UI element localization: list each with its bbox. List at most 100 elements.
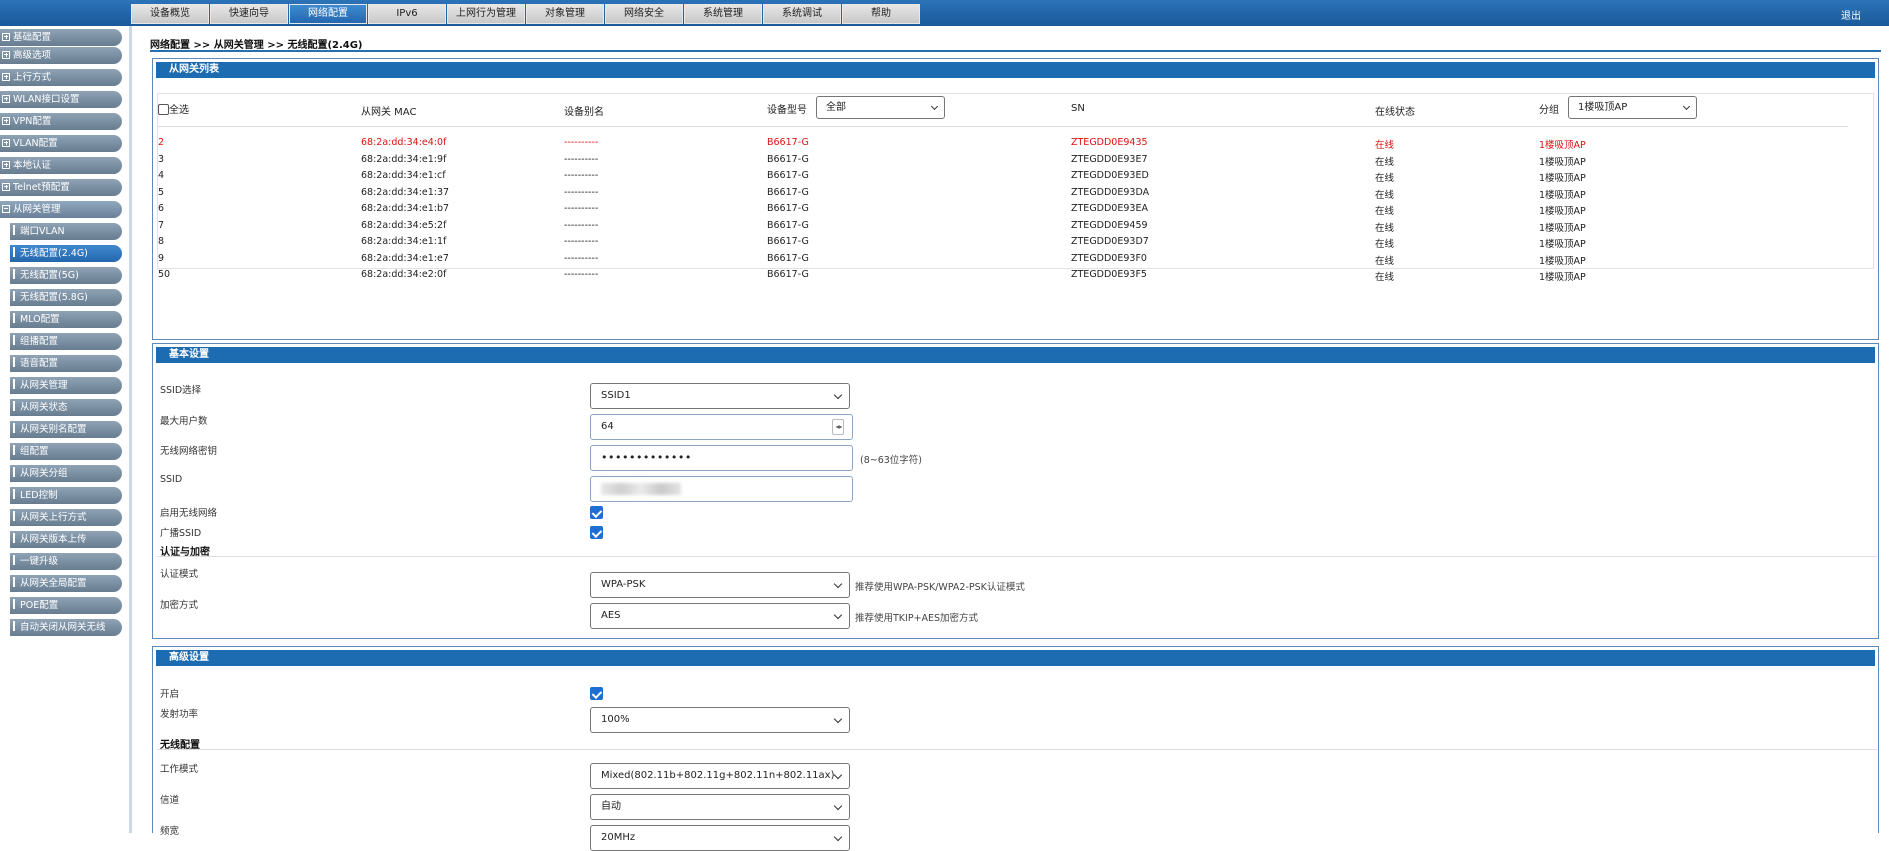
table-row[interactable]: 8 68:2a:dd:34:e1:1f ---------- B6617-G ZTEGD…: [158, 235, 1858, 250]
work-mode-label: 工作模式: [160, 764, 199, 775]
enable-wireless-checkbox[interactable]: [590, 506, 603, 519]
nav-tab-behavior[interactable]: 上网行为管理: [447, 4, 525, 24]
encrypt-select[interactable]: AES: [590, 603, 850, 629]
enable-checkbox[interactable]: [590, 687, 603, 700]
basic-settings-panel: 基本设置 SSID选择 SSID1 最大用户数 64 无线网络密钥 ••••••…: [152, 343, 1879, 639]
sidebar-item-vlan[interactable]: VLAN配置: [0, 135, 122, 152]
header-sn: SN: [1071, 103, 1085, 114]
broadcast-ssid-checkbox[interactable]: [590, 526, 603, 539]
ssid-input[interactable]: [590, 476, 853, 502]
table-row[interactable]: 50 68:2a:dd:34:e2:0f ---------- B6617-G ZTEG…: [158, 268, 1858, 283]
sidebar-item-advanced[interactable]: 高级选项: [0, 47, 122, 64]
sidebar-sub-wireless-24g[interactable]: 无线配置(2.4G): [10, 245, 122, 262]
expand-icon: [2, 33, 10, 41]
table-row[interactable]: 9 68:2a:dd:34:e1:e7 ---------- B6617-G ZTEGD…: [158, 252, 1858, 267]
chevron-down-icon: [930, 102, 939, 111]
sidebar-item-uplink[interactable]: 上行方式: [0, 69, 122, 86]
nav-tab-wizard[interactable]: 快速向导: [210, 4, 288, 24]
sidebar-sub-port-vlan[interactable]: 端口VLAN: [10, 223, 122, 240]
broadcast-ssid-label: 广播SSID: [160, 528, 202, 539]
channel-label: 信道: [160, 795, 180, 806]
chevron-down-icon: [833, 801, 843, 811]
max-users-input[interactable]: 64: [590, 414, 853, 440]
sidebar-sub-one-click-upgrade[interactable]: 一键升级: [10, 553, 122, 570]
model-filter-select[interactable]: 全部: [816, 96, 945, 119]
stepper-icon[interactable]: [832, 419, 844, 435]
enable-wireless-label: 启用无线网络: [160, 508, 218, 519]
sidebar-sub-global-config[interactable]: 从网关全局配置: [10, 575, 122, 592]
ssid-select-label: SSID选择: [160, 385, 202, 396]
sidebar-sub-group-config[interactable]: 组配置: [10, 443, 122, 460]
table-row[interactable]: 5 68:2a:dd:34:e1:37 ---------- B6617-G ZTEGD…: [158, 186, 1858, 201]
sidebar-sub-poe[interactable]: POE配置: [10, 597, 122, 614]
group-filter-select[interactable]: 1楼吸顶AP: [1568, 96, 1697, 119]
table-row[interactable]: 6 68:2a:dd:34:e1:b7 ---------- B6617-G ZTEGD…: [158, 202, 1858, 217]
nav-tab-debug[interactable]: 系统调试: [763, 4, 841, 24]
header-mac: 从网关 MAC: [361, 107, 417, 118]
nav-tab-ipv6[interactable]: IPv6: [368, 4, 446, 24]
chevron-down-icon: [833, 714, 843, 724]
sidebar-item-telnet[interactable]: Telnet预配置: [0, 179, 122, 196]
sidebar-sub-wireless-5g[interactable]: 无线配置(5G): [10, 267, 122, 284]
nav-tab-security[interactable]: 网络安全: [605, 4, 683, 24]
sidebar-item-gateway-mgmt[interactable]: 从网关管理: [0, 201, 122, 218]
chevron-down-icon: [833, 579, 843, 589]
gateway-list-table: 全选 从网关 MAC 设备别名 设备型号 全部 SN 在线状态 分组 1楼吸顶A…: [157, 93, 1874, 283]
sidebar-sub-gateway-alias[interactable]: 从网关别名配置: [10, 421, 122, 438]
work-mode-select[interactable]: Mixed(802.11b+802.11g+802.11n+802.11ax): [590, 763, 850, 789]
tx-power-select[interactable]: 100%: [590, 707, 850, 733]
gateway-list-panel: 从网关列表 全选 从网关 MAC 设备别名 设备型号 全部 SN 在线状态 分组…: [152, 58, 1879, 340]
select-all[interactable]: 全选: [158, 101, 189, 116]
breadcrumb-divider: [150, 50, 1881, 52]
breadcrumb: 网络配置 >> 从网关管理 >> 无线配置(2.4G): [150, 40, 363, 51]
ssid-label: SSID: [160, 474, 183, 485]
channel-select[interactable]: 自动: [590, 794, 850, 820]
sidebar-item-basic[interactable]: 基础配置: [0, 29, 122, 46]
sidebar-sub-led[interactable]: LED控制: [10, 487, 122, 504]
nav-tab-help[interactable]: 帮助: [842, 4, 920, 24]
sidebar-sub-wireless-58g[interactable]: 无线配置(5.8G): [10, 289, 122, 306]
tx-power-label: 发射功率: [160, 709, 199, 720]
advanced-settings-panel: 高级设置 开启 发射功率 100% 无线配置 工作模式 Mixed(802.11…: [152, 646, 1879, 851]
table-row[interactable]: 4 68:2a:dd:34:e1:cf ---------- B6617-G ZTEGD…: [158, 169, 1858, 184]
sidebar-sub-version-upload[interactable]: 从网关版本上传: [10, 531, 122, 548]
expand-icon: [2, 139, 10, 147]
password-input[interactable]: •••••••••••••: [590, 445, 853, 471]
sidebar-sub-gateway-mgmt[interactable]: 从网关管理: [10, 377, 122, 394]
expand-icon: [2, 117, 10, 125]
sidebar-sub-gateway-status[interactable]: 从网关状态: [10, 399, 122, 416]
password-label: 无线网络密钥: [160, 446, 218, 457]
ssid-select[interactable]: SSID1: [590, 383, 850, 409]
expand-icon: [2, 95, 10, 103]
auth-mode-hint: 推荐使用WPA-PSK/WPA2-PSK认证模式: [855, 582, 1025, 593]
table-row[interactable]: 3 68:2a:dd:34:e1:9f ---------- B6617-G ZTEGD…: [158, 153, 1858, 168]
nav-tab-system[interactable]: 系统管理: [684, 4, 762, 24]
table-row[interactable]: 2 68:2a:dd:34:e4:0f ---------- B6617-G ZTEGD…: [158, 136, 1858, 151]
table-row[interactable]: 7 68:2a:dd:34:e5:2f ---------- B6617-G ZTEGD…: [158, 219, 1858, 234]
bandwidth-select[interactable]: 20MHz: [590, 825, 850, 851]
nav-tab-objects[interactable]: 对象管理: [526, 4, 604, 24]
bandwidth-label: 频宽: [160, 826, 180, 837]
encrypt-hint: 推荐使用TKIP+AES加密方式: [855, 613, 979, 624]
main-content: 网络配置 >> 从网关管理 >> 无线配置(2.4G) 从网关列表 全选 从网关…: [150, 26, 1889, 851]
nav-tab-network[interactable]: 网络配置: [289, 4, 367, 24]
chevron-down-icon: [1682, 102, 1691, 111]
top-nav-bar: 设备概览 快速向导 网络配置 IPv6 上网行为管理 对象管理 网络安全 系统管…: [0, 0, 1889, 26]
sidebar-item-local-auth[interactable]: 本地认证: [0, 157, 122, 174]
sidebar-sub-voice[interactable]: 语音配置: [10, 355, 122, 372]
gateway-list-title: 从网关列表: [156, 62, 1875, 78]
enable-label: 开启: [160, 689, 180, 700]
logout-link[interactable]: 退出: [1841, 7, 1861, 22]
sidebar-item-vpn[interactable]: VPN配置: [0, 113, 122, 130]
sidebar-sub-auto-disable-wireless[interactable]: 自动关闭从网关无线: [10, 619, 122, 636]
sidebar-sub-mlo[interactable]: MLO配置: [10, 311, 122, 328]
sidebar-sub-multicast[interactable]: 组播配置: [10, 333, 122, 350]
select-all-checkbox[interactable]: [158, 104, 169, 115]
auth-mode-label: 认证模式: [160, 569, 199, 580]
auth-mode-select[interactable]: WPA-PSK: [590, 572, 850, 598]
sidebar-sub-gateway-uplink[interactable]: 从网关上行方式: [10, 509, 122, 526]
header-divider: [158, 126, 1848, 127]
sidebar-item-wlan[interactable]: WLAN接口设置: [0, 91, 122, 108]
nav-tab-overview[interactable]: 设备概览: [131, 4, 209, 24]
sidebar-sub-gateway-group[interactable]: 从网关分组: [10, 465, 122, 482]
